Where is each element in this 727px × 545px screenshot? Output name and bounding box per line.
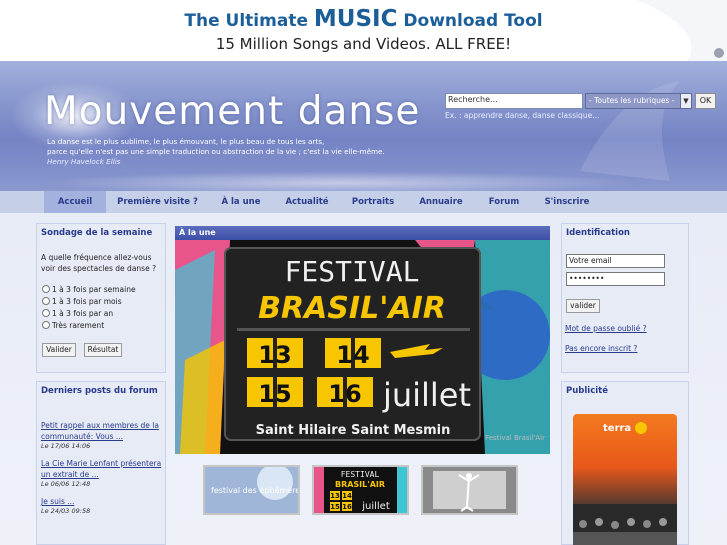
content-area: Sondage de la semaine A quelle fréquence… — [0, 213, 727, 545]
search-hint: Ex. : apprendre danse, danse classique..… — [445, 111, 600, 120]
forum-post-date: Le 17/06 14:06 — [41, 442, 91, 450]
main-nav: Accueil Première visite ? À la une Actua… — [0, 191, 727, 213]
quote-line-2: parce qu'elle n'est pas une simple tradu… — [47, 147, 385, 156]
poster-day2: 14 — [336, 341, 369, 369]
header-light-streak — [40, 171, 640, 191]
poll-option-label: 1 à 3 fois par an — [52, 309, 114, 318]
poster-line1: FESTIVAL — [285, 255, 420, 288]
festival-poster: FESTIVAL BRASIL'AIR 13 14 15 16 juillet … — [175, 240, 550, 454]
thumbnail-2-month: juillet — [361, 501, 390, 512]
forum-post: Je suis ... Le 24/03 09:58 — [41, 496, 163, 515]
radio-icon[interactable] — [42, 309, 50, 317]
thumbnail-2[interactable]: FESTIVAL BRASIL'AIR 13 14 15 16 juillet — [312, 465, 409, 515]
terra-brand: terra — [603, 423, 632, 434]
poll-option-label: 1 à 3 fois par semaine — [52, 285, 136, 294]
search-ok-button[interactable]: OK — [695, 93, 716, 109]
radio-icon[interactable] — [42, 321, 50, 329]
header-dancer-silhouette — [580, 81, 680, 181]
poll-results-button[interactable]: Résultat — [84, 343, 122, 357]
thumbnail-3[interactable] — [421, 465, 518, 515]
thumbnail-2-line2: BRASIL'AIR — [335, 480, 385, 489]
poll-option[interactable]: Très rarement — [42, 320, 136, 332]
thumbnail-1-text: festival des éphémères #2 — [211, 485, 298, 495]
poster-caption: Festival Brasil'Air — [485, 434, 545, 442]
poll-option[interactable]: 1 à 3 fois par mois — [42, 296, 136, 308]
thumbnail-2-day1: 13 — [330, 492, 340, 500]
forum-post: Petit rappel aux membres de la communaut… — [41, 420, 163, 450]
forum-post-list: Petit rappel aux membres de la communaut… — [41, 420, 163, 515]
thumbnail-1[interactable]: festival des éphémères #2 — [203, 465, 300, 515]
header-quote: La danse est le plus sublime, le plus ém… — [47, 137, 407, 167]
ad-headline-pre: The Ultimate — [184, 11, 314, 31]
terra-ad[interactable]: terra — [573, 414, 677, 545]
register-link[interactable]: Pas encore inscrit ? — [565, 343, 637, 354]
poll-question: A quelle fréquence allez-vous voir des s… — [41, 253, 157, 273]
terra-logo-icon — [635, 422, 647, 434]
login-submit-button[interactable]: valider — [566, 299, 600, 313]
forgot-password-link[interactable]: Mot de passe oublié ? — [565, 323, 647, 334]
poll-panel: Sondage de la semaine A quelle fréquence… — [36, 223, 166, 373]
poll-option[interactable]: 1 à 3 fois par semaine — [42, 284, 136, 296]
search-input[interactable]: Recherche... — [445, 93, 583, 109]
forum-post-link[interactable]: La Cie Marie Lenfant présentera un extra… — [41, 458, 163, 480]
poster-month: juillet — [382, 376, 471, 414]
ad-headline-music: MUSIC — [313, 6, 398, 32]
radio-icon[interactable] — [42, 297, 50, 305]
nav-sinscrire[interactable]: S'inscrire — [536, 191, 598, 213]
nav-accueil[interactable]: Accueil — [44, 191, 106, 213]
login-title: Identification — [566, 228, 630, 238]
ad-headline-post: Download Tool — [397, 11, 543, 31]
thumbnail-2-day4: 16 — [342, 503, 352, 511]
poster-day3: 15 — [258, 380, 291, 408]
rubrique-select-value: - Toutes les rubriques - — [589, 96, 675, 105]
thumbnail-2-image: FESTIVAL BRASIL'AIR 13 14 15 16 juillet — [314, 467, 407, 513]
thumbnail-2-day3: 15 — [330, 503, 340, 511]
forum-post: La Cie Marie Lenfant présentera un extra… — [41, 458, 163, 488]
ad-corner-decoration — [637, 0, 727, 61]
quote-author: Henry Havelock Ellis — [47, 157, 121, 166]
nav-forum[interactable]: Forum — [475, 191, 533, 213]
forum-title: Derniers posts du forum — [41, 386, 158, 396]
thumbnail-1-image: festival des éphémères #2 — [205, 467, 298, 513]
crowd-image — [573, 504, 677, 545]
nav-annuaire[interactable]: Annuaire — [410, 191, 472, 213]
forum-post-link[interactable]: Petit rappel aux membres de la communaut… — [41, 420, 163, 442]
feature-title: À la une — [175, 226, 550, 240]
forum-post-date: Le 24/03 09:58 — [41, 507, 91, 515]
poll-option-label: Très rarement — [52, 321, 105, 330]
login-panel: Identification Votre email •••••••• vali… — [561, 223, 689, 373]
poster-day4: 16 — [328, 380, 361, 408]
feature-image[interactable]: FESTIVAL BRASIL'AIR 13 14 15 16 juillet … — [175, 240, 550, 454]
poster-line2: BRASIL'AIR — [258, 291, 446, 326]
password-field[interactable]: •••••••• — [566, 272, 665, 286]
thumbnail-2-line1: FESTIVAL — [341, 470, 380, 479]
poster-day1: 13 — [258, 341, 291, 369]
ads-panel: Publicité terra — [561, 381, 689, 545]
nav-a-la-une[interactable]: À la une — [210, 191, 272, 213]
quote-line-1: La danse est le plus sublime, le plus ém… — [47, 137, 325, 146]
email-field[interactable]: Votre email — [566, 254, 665, 268]
nav-actualite[interactable]: Actualité — [276, 191, 338, 213]
rubrique-select[interactable]: - Toutes les rubriques - ▼ — [585, 93, 692, 109]
site-title[interactable]: Mouvement danse — [44, 89, 420, 134]
nav-portraits[interactable]: Portraits — [342, 191, 404, 213]
poll-options: 1 à 3 fois par semaine 1 à 3 fois par mo… — [42, 284, 136, 332]
poll-option[interactable]: 1 à 3 fois par an — [42, 308, 136, 320]
poll-vote-button[interactable]: Valider — [42, 343, 76, 357]
poll-title: Sondage de la semaine — [41, 228, 153, 238]
nav-premiere-visite[interactable]: Première visite ? — [110, 191, 205, 213]
chevron-down-icon[interactable]: ▼ — [680, 94, 691, 108]
forum-post-date: Le 06/06 12:48 — [41, 480, 91, 488]
thumbnail-3-image — [423, 467, 516, 513]
forum-post-link[interactable]: Je suis ... — [41, 496, 163, 507]
forum-panel: Derniers posts du forum Petit rappel aux… — [36, 381, 166, 545]
poll-option-label: 1 à 3 fois par mois — [52, 297, 122, 306]
site-header: Mouvement danse La danse est le plus sub… — [0, 61, 727, 191]
ads-title: Publicité — [566, 386, 608, 396]
thumbnail-2-day2: 14 — [342, 492, 352, 500]
top-ad-banner[interactable]: The Ultimate MUSIC Download Tool 15 Mill… — [0, 0, 727, 61]
poster-place: Saint Hilaire Saint Mesmin — [256, 423, 451, 438]
radio-icon[interactable] — [42, 285, 50, 293]
